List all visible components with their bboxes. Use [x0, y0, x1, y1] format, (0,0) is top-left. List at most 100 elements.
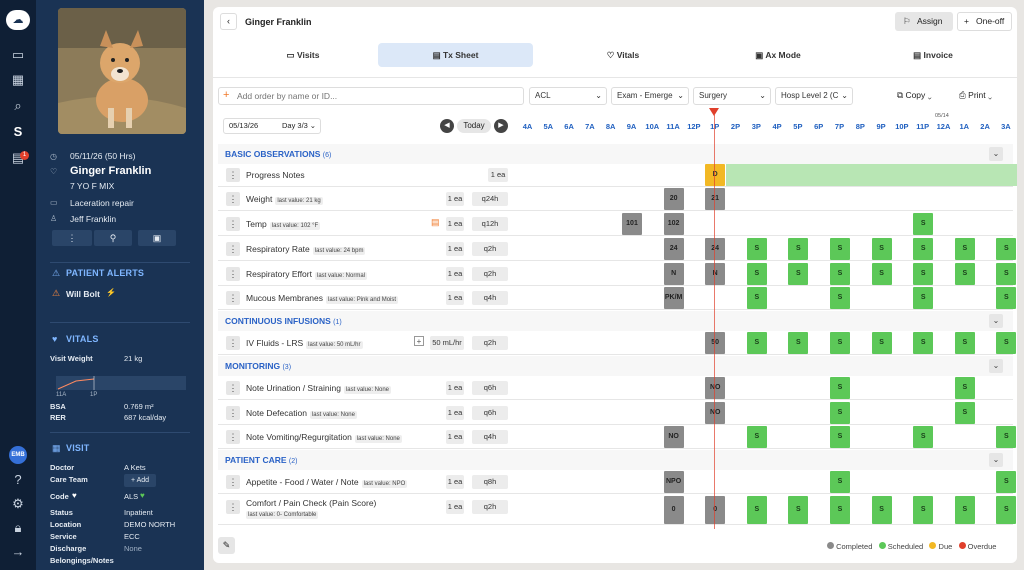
treatment-cell[interactable]: S — [830, 263, 850, 285]
order-row[interactable]: ⋮ IV Fluids - LRS last value: 50 mL/hr +50 … — [218, 331, 1017, 355]
row-menu-button[interactable]: ⋮ — [226, 475, 240, 489]
treatment-cell[interactable]: S — [830, 402, 850, 424]
tab-invoice[interactable]: ▤ Invoice — [893, 43, 973, 67]
row-menu-button[interactable]: ⋮ — [226, 500, 240, 514]
treatment-cell[interactable]: 101 — [622, 213, 642, 235]
treatment-cell[interactable]: 0 — [663, 496, 684, 524]
filter-select[interactable]: Surgery ⌄ — [693, 87, 771, 105]
treatment-cell[interactable]: S — [788, 332, 809, 354]
treatment-cell[interactable]: S — [913, 332, 934, 354]
filter-select[interactable]: Exam - Emerge ⌄ — [611, 87, 689, 105]
treatment-cell[interactable]: NPO — [663, 471, 684, 493]
search-icon[interactable]: ⌕ — [8, 96, 28, 116]
order-row[interactable]: ⋮ Appetite - Food / Water / Note last valu… — [218, 470, 1017, 494]
treatment-cell[interactable]: S — [954, 238, 975, 260]
copy-button[interactable]: ⧉ Copy ⌄ — [897, 90, 932, 101]
treatment-cell[interactable]: S — [788, 496, 809, 524]
order-row[interactable]: ⋮ Mucous Membranes last value: Pink and Mo… — [218, 286, 1017, 310]
calendar-icon[interactable]: ▦ — [8, 70, 28, 90]
treatment-cell[interactable]: S — [830, 332, 850, 354]
treatment-cell[interactable]: S — [996, 287, 1017, 309]
order-row[interactable]: ⋮ Respiratory Rate last value: 24 bpm 1 ea q… — [218, 237, 1017, 261]
frequency-chip[interactable]: q2h — [472, 267, 508, 281]
row-menu-button[interactable]: ⋮ — [226, 267, 240, 281]
treatment-cell[interactable]: S — [830, 287, 850, 309]
order-row[interactable]: ⋮ Progress Notes 1 ea D — [218, 163, 1017, 187]
treatment-cell[interactable]: 24 — [705, 238, 726, 260]
image-button[interactable]: ▣ — [138, 230, 176, 246]
assign-button[interactable]: ⚐ Assign — [895, 12, 953, 31]
frequency-chip[interactable]: q6h — [472, 381, 508, 395]
rate-edit-icon[interactable]: + — [414, 336, 424, 346]
treatment-cell[interactable]: S — [871, 238, 892, 260]
treatment-cell[interactable]: S — [871, 263, 892, 285]
row-menu-button[interactable]: ⋮ — [226, 217, 240, 231]
logout-icon[interactable]: → — [8, 542, 28, 562]
treatment-cell[interactable]: S — [996, 426, 1017, 448]
s-brand-icon[interactable]: S — [8, 122, 28, 142]
treatment-cell[interactable]: S — [746, 332, 767, 354]
order-row[interactable]: ⋮ Comfort / Pain Check (Pain Score) last v… — [218, 495, 1017, 525]
treatment-cell[interactable]: S — [996, 471, 1017, 493]
treatment-cell[interactable]: N — [705, 263, 726, 285]
treatment-cell[interactable]: 24 — [663, 238, 684, 260]
back-button[interactable]: ‹ — [220, 13, 237, 30]
frequency-chip[interactable]: q12h — [472, 217, 508, 231]
treatment-cell[interactable]: S — [996, 238, 1017, 260]
row-menu-button[interactable]: ⋮ — [226, 336, 240, 350]
note-icon[interactable]: ▤ — [431, 217, 440, 228]
treatment-cell[interactable]: S — [830, 238, 850, 260]
row-menu-button[interactable]: ⋮ — [226, 381, 240, 395]
tab-visits[interactable]: ▭ Visits — [263, 43, 343, 67]
treatment-cell[interactable]: S — [913, 213, 934, 235]
order-row[interactable]: ⋮ Weight last value: 21 kg 1 ea q24h 20 21 — [218, 187, 1013, 211]
add-careteam-button[interactable]: + Add — [124, 474, 156, 487]
owner-name[interactable]: Jeff Franklin — [70, 214, 116, 224]
treatment-cell[interactable]: 102 — [663, 213, 684, 235]
treatment-cell[interactable]: S — [830, 471, 850, 493]
group-header[interactable]: CONTINUOUS INFUSIONS (1) ⌄ — [218, 311, 1013, 331]
treatment-cell[interactable]: 21 — [705, 188, 726, 210]
treatment-cell[interactable]: NO — [663, 426, 684, 448]
pin-button[interactable]: ⚲ — [94, 230, 132, 246]
frequency-chip[interactable]: q8h — [472, 475, 508, 489]
group-header[interactable]: BASIC OBSERVATIONS (6) ⌄ — [218, 144, 1013, 164]
treatment-cell[interactable]: S — [746, 238, 767, 260]
filter-select[interactable]: Hosp Level 2 (C ⌄ — [775, 87, 853, 105]
treatment-cell[interactable]: S — [788, 263, 809, 285]
treatment-cell[interactable]: S — [996, 332, 1017, 354]
order-row[interactable]: ⋮ Note Defecation last value: None 1 ea q6h N… — [218, 401, 1013, 425]
tab-ax-mode[interactable]: ▣ Ax Mode — [738, 43, 818, 67]
user-avatar[interactable]: EMB — [9, 446, 27, 464]
treatment-cell[interactable]: S — [788, 238, 809, 260]
treatment-cell[interactable]: S — [996, 496, 1017, 524]
treatment-cell[interactable]: S — [746, 287, 767, 309]
app-logo[interactable]: ☁ — [6, 10, 30, 30]
treatment-cell[interactable]: S — [913, 287, 934, 309]
frequency-chip[interactable]: q2h — [472, 336, 508, 350]
collapse-chevron-icon[interactable]: ⌄ — [989, 453, 1003, 467]
group-header[interactable]: MONITORING (3) ⌄ — [218, 356, 1013, 376]
treatment-cell[interactable]: S — [996, 263, 1017, 285]
add-order-input[interactable] — [237, 89, 517, 103]
treatment-cell[interactable]: S — [746, 496, 767, 524]
next-day-button[interactable]: ▶ — [494, 119, 508, 133]
frequency-chip[interactable]: q4h — [472, 430, 508, 444]
treatment-cell[interactable]: 20 — [663, 188, 684, 210]
group-header[interactable]: PATIENT CARE (2) ⌄ — [218, 450, 1013, 470]
treatment-cell[interactable]: S — [913, 496, 934, 524]
frequency-chip[interactable]: q2h — [472, 242, 508, 256]
treatment-cell[interactable]: S — [954, 377, 975, 399]
treatment-cell[interactable]: S — [830, 426, 850, 448]
frequency-chip[interactable]: q2h — [472, 500, 508, 514]
print-button[interactable]: ⎙ Print ⌄ — [959, 90, 992, 101]
collapse-chevron-icon[interactable]: ⌄ — [989, 147, 1003, 161]
treatment-cell[interactable]: S — [913, 426, 934, 448]
tab-vitals[interactable]: ♡ Vitals — [583, 43, 663, 67]
monitor-icon[interactable]: ▭ — [8, 45, 28, 65]
treatment-cell[interactable]: S — [746, 263, 767, 285]
treatment-cell[interactable]: S — [913, 238, 934, 260]
collapse-chevron-icon[interactable]: ⌄ — [989, 314, 1003, 328]
tab-tx-sheet[interactable]: ▤ Tx Sheet — [378, 43, 533, 67]
add-order-field[interactable]: + — [218, 87, 524, 105]
